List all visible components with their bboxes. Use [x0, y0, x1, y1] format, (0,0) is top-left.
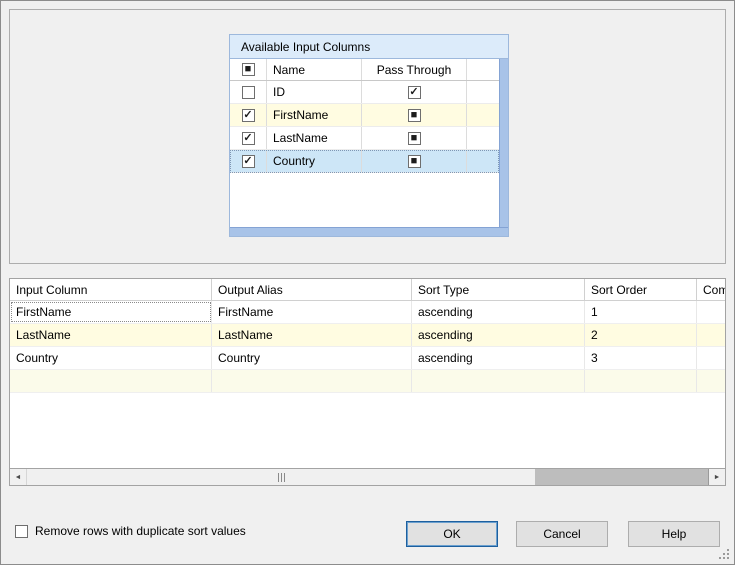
comparison-flags-cell[interactable]	[697, 301, 725, 323]
input-columns-section: Available Input Columns ■ Name Pass Thro…	[9, 9, 726, 264]
column-row-country[interactable]: ✓ Country ■	[230, 150, 499, 173]
pass-through-column-header[interactable]: Pass Through	[362, 59, 467, 80]
header-filler	[467, 59, 499, 80]
comparison-flags-cell[interactable]	[697, 324, 725, 346]
sort-row[interactable]: FirstName FirstName ascending 1	[10, 301, 725, 324]
sort-grid-horizontal-scrollbar[interactable]: ◄ ►	[10, 468, 725, 485]
output-alias-header[interactable]: Output Alias	[212, 279, 412, 300]
sort-order-header[interactable]: Sort Order	[585, 279, 697, 300]
pass-through-checkbox[interactable]: ■	[407, 154, 421, 168]
sort-row-new[interactable]	[10, 370, 725, 393]
available-columns-header-row: ■ Name Pass Through	[230, 59, 499, 81]
ok-button[interactable]: OK	[406, 521, 498, 547]
input-column-cell[interactable]: FirstName	[10, 301, 212, 323]
row-filler	[467, 127, 499, 149]
column-select-checkbox[interactable]	[241, 85, 255, 99]
scroll-left-button[interactable]: ◄	[10, 469, 27, 485]
help-button[interactable]: Help	[628, 521, 720, 547]
column-checkbox-cell[interactable]: ✓	[230, 127, 267, 149]
pass-through-cell[interactable]: ✓	[362, 81, 467, 103]
sort-settings-grid: Input Column Output Alias Sort Type Sort…	[9, 278, 726, 486]
column-select-checkbox[interactable]: ✓	[241, 131, 255, 145]
name-column-header[interactable]: Name	[267, 59, 362, 80]
sort-row[interactable]: LastName LastName ascending 2	[10, 324, 725, 347]
sort-order-cell[interactable]: 1	[585, 301, 697, 323]
column-row-firstname[interactable]: ✓ FirstName ■	[230, 104, 499, 127]
sort-type-cell[interactable]: ascending	[412, 301, 585, 323]
sort-order-cell[interactable]: 3	[585, 347, 697, 369]
comparison-flags-cell[interactable]	[697, 347, 725, 369]
available-input-columns-grid: ■ Name Pass Through ID ✓ ✓ FirstName ■ ✓…	[229, 59, 509, 237]
scroll-right-button[interactable]: ►	[708, 469, 725, 485]
scrollbar-thumb[interactable]	[27, 469, 535, 485]
output-alias-cell[interactable]: Country	[212, 347, 412, 369]
resize-grip[interactable]	[718, 548, 730, 560]
pass-through-checkbox[interactable]: ■	[407, 131, 421, 145]
pass-through-cell[interactable]: ■	[362, 150, 467, 172]
resize-grip-icon	[718, 548, 720, 550]
comparison-flags-header[interactable]: Compa	[697, 279, 725, 300]
pass-through-checkbox[interactable]: ✓	[407, 85, 421, 99]
sort-type-cell[interactable]: ascending	[412, 324, 585, 346]
sort-order-cell[interactable]	[585, 370, 697, 392]
available-columns-horizontal-scrollbar[interactable]	[230, 227, 508, 236]
select-all-checkbox[interactable]: ■	[241, 63, 255, 76]
scroll-right-arrow-icon: ►	[713, 473, 721, 481]
sort-order-cell[interactable]: 2	[585, 324, 697, 346]
remove-duplicates-checkbox[interactable]	[15, 524, 28, 538]
input-column-cell[interactable]	[10, 370, 212, 392]
remove-duplicates-label[interactable]: Remove rows with duplicate sort values	[35, 524, 246, 538]
select-all-cell[interactable]: ■	[230, 59, 267, 80]
column-select-checkbox[interactable]: ✓	[241, 154, 255, 168]
pass-through-cell[interactable]: ■	[362, 104, 467, 126]
sort-row[interactable]: Country Country ascending 3	[10, 347, 725, 370]
available-columns-vertical-scrollbar[interactable]	[499, 59, 508, 227]
input-column-cell[interactable]: Country	[10, 347, 212, 369]
row-filler	[467, 104, 499, 126]
available-columns-table: ■ Name Pass Through ID ✓ ✓ FirstName ■ ✓…	[230, 59, 499, 227]
input-column-header[interactable]: Input Column	[10, 279, 212, 300]
column-row-lastname[interactable]: ✓ LastName ■	[230, 127, 499, 150]
comparison-flags-cell[interactable]	[697, 370, 725, 392]
pass-through-cell[interactable]: ■	[362, 127, 467, 149]
sort-grid-header-row: Input Column Output Alias Sort Type Sort…	[10, 279, 725, 301]
column-row-id[interactable]: ID ✓	[230, 81, 499, 104]
output-alias-cell[interactable]: LastName	[212, 324, 412, 346]
sort-transformation-dialog: Available Input Columns ■ Name Pass Thro…	[0, 0, 735, 565]
column-name-label: FirstName	[267, 104, 362, 126]
scrollbar-track[interactable]	[535, 469, 708, 485]
sort-type-cell[interactable]	[412, 370, 585, 392]
column-name-label: Country	[267, 150, 362, 172]
sort-type-header[interactable]: Sort Type	[412, 279, 585, 300]
cancel-button[interactable]: Cancel	[516, 521, 608, 547]
column-checkbox-cell[interactable]	[230, 81, 267, 103]
row-filler	[467, 150, 499, 172]
column-checkbox-cell[interactable]: ✓	[230, 104, 267, 126]
scrollbar-grip-icon	[280, 472, 282, 482]
column-select-checkbox[interactable]: ✓	[241, 108, 255, 122]
column-checkbox-cell[interactable]: ✓	[230, 150, 267, 172]
scroll-left-arrow-icon: ◄	[14, 473, 22, 481]
available-input-columns-panel: Available Input Columns ■ Name Pass Thro…	[229, 34, 509, 237]
input-column-cell[interactable]: LastName	[10, 324, 212, 346]
available-input-columns-title: Available Input Columns	[229, 34, 509, 59]
output-alias-cell[interactable]	[212, 370, 412, 392]
column-name-label: LastName	[267, 127, 362, 149]
row-filler	[467, 81, 499, 103]
remove-duplicates-option[interactable]: Remove rows with duplicate sort values	[15, 524, 246, 538]
pass-through-checkbox[interactable]: ■	[407, 108, 421, 122]
column-name-label: ID	[267, 81, 362, 103]
sort-type-cell[interactable]: ascending	[412, 347, 585, 369]
output-alias-cell[interactable]: FirstName	[212, 301, 412, 323]
